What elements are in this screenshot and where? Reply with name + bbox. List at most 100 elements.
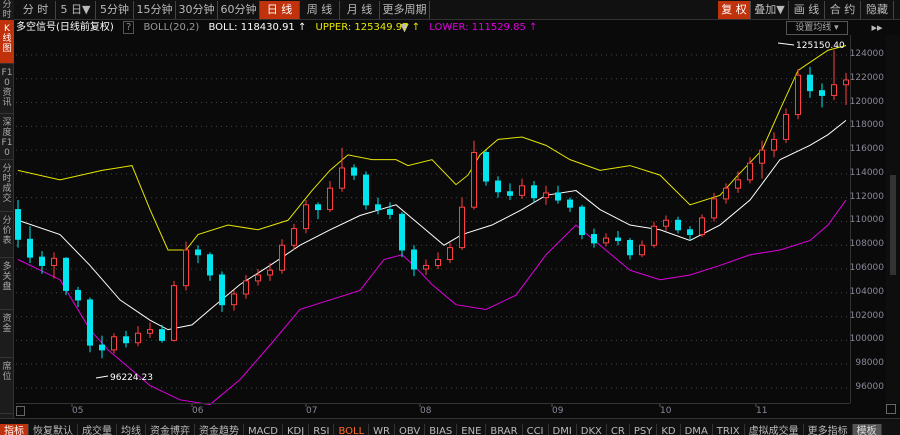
indicator-tab-WR[interactable]: WR bbox=[369, 424, 395, 435]
scrollbar-thumb[interactable] bbox=[890, 175, 896, 275]
period-tab-2[interactable]: 5分钟 bbox=[96, 1, 134, 19]
candle-down bbox=[39, 256, 45, 266]
period-tab-3[interactable]: 15分钟 bbox=[134, 1, 176, 19]
indicator-tab-BOLL[interactable]: BOLL bbox=[334, 424, 370, 435]
period-tab-9[interactable]: 更多周期▼ bbox=[380, 1, 430, 34]
candle-up bbox=[723, 187, 729, 200]
sidebar-tab-7[interactable]: 席位 bbox=[0, 358, 14, 414]
sidebar-tab-6[interactable]: 资金 bbox=[0, 310, 14, 358]
candle-up bbox=[843, 79, 849, 86]
candle-down bbox=[15, 209, 21, 240]
sidebar-tab-0[interactable]: K线图 bbox=[0, 20, 14, 64]
help-button[interactable]: ? bbox=[123, 21, 135, 34]
candle-down bbox=[63, 257, 69, 291]
indicator-tabs: 指标 恢复默认 成交量 均线 资金博弈 资金趋势 MACD KDJ RSI BOLL WR OBV BI… bbox=[0, 418, 900, 435]
indicator-tab-ENE[interactable]: ENE bbox=[457, 424, 487, 435]
candle-down bbox=[507, 191, 513, 196]
indicator-tab-更多指标[interactable]: 更多指标 bbox=[804, 424, 853, 435]
candle-down bbox=[219, 274, 225, 306]
candle-up bbox=[135, 332, 141, 344]
candle-down bbox=[411, 249, 417, 270]
indicator-tab-RSI[interactable]: RSI bbox=[309, 424, 335, 435]
candle-up bbox=[435, 259, 441, 266]
period-tab-5[interactable]: 60分钟 bbox=[218, 1, 260, 19]
max-price-label: 125150.40 bbox=[796, 41, 845, 51]
period-tab-0[interactable]: 分 时 bbox=[16, 1, 56, 19]
tool-button-1[interactable]: 叠加▼ bbox=[751, 1, 789, 19]
candle-down bbox=[195, 249, 201, 256]
candle-up bbox=[471, 151, 477, 208]
indicator-tab-KDJ[interactable]: KDJ bbox=[283, 424, 310, 435]
vertical-scrollbar[interactable] bbox=[886, 35, 900, 403]
indicator-tab-MACD[interactable]: MACD bbox=[244, 424, 283, 435]
candle-up bbox=[111, 336, 117, 351]
candle-up bbox=[291, 228, 297, 246]
candle-up bbox=[147, 329, 153, 334]
indicator-tab-恢复默认[interactable]: 恢复默认 bbox=[29, 424, 78, 435]
date-axis: 05 06 07 08 09 10 11 bbox=[16, 403, 850, 418]
indicator-tab-PSY[interactable]: PSY bbox=[630, 424, 658, 435]
tool-button-0[interactable]: 复 权 bbox=[718, 1, 751, 19]
indicator-tab-DMI[interactable]: DMI bbox=[549, 424, 577, 435]
y-tick-label: 120000 bbox=[849, 96, 884, 107]
period-tab-7[interactable]: 周 线 bbox=[300, 1, 340, 19]
candle-down bbox=[387, 209, 393, 215]
indicator-tab-KD[interactable]: KD bbox=[657, 424, 681, 435]
candle-up bbox=[711, 198, 717, 219]
candle-up bbox=[279, 244, 285, 271]
sidebar-tab-1[interactable]: F10资讯 bbox=[0, 64, 14, 114]
candle-down bbox=[819, 90, 825, 96]
x-tick-label: 07 bbox=[306, 406, 318, 416]
sidebar-tab-4[interactable]: 分价表 bbox=[0, 212, 14, 258]
indicator-tab-指标[interactable]: 指标 bbox=[0, 424, 29, 435]
indicator-tab-CCI[interactable]: CCI bbox=[523, 424, 549, 435]
candle-up bbox=[771, 138, 777, 151]
min-price-label: 96224.23 bbox=[110, 373, 153, 383]
set-moving-average-button[interactable]: 设置均线 ▾ bbox=[786, 21, 848, 35]
x-tick-label: 05 bbox=[72, 406, 84, 416]
indicator-tab-BIAS[interactable]: BIAS bbox=[425, 424, 458, 435]
x-tick-label: 11 bbox=[756, 406, 768, 416]
indicator-tab-资金博弈[interactable]: 资金博弈 bbox=[146, 424, 195, 435]
indicator-tab-TRIX[interactable]: TRIX bbox=[713, 424, 745, 435]
y-tick-label: 100000 bbox=[849, 334, 884, 345]
candle-down bbox=[567, 199, 573, 208]
sidebar-tab-2[interactable]: 深度F10 bbox=[0, 114, 14, 160]
period-tab-1[interactable]: 5 日▼ bbox=[56, 1, 96, 19]
indicator-name[interactable]: BOLL(20,2) bbox=[144, 22, 200, 33]
period-tab-4[interactable]: 30分钟 bbox=[176, 1, 218, 19]
indicator-tab-CR[interactable]: CR bbox=[607, 424, 630, 435]
period-tab-6[interactable]: 日 线 bbox=[260, 1, 300, 19]
candle-up bbox=[663, 219, 669, 227]
candle-up bbox=[303, 204, 309, 230]
y-tick-label: 102000 bbox=[849, 310, 884, 321]
indicator-tab-资金趋势[interactable]: 资金趋势 bbox=[195, 424, 244, 435]
sidebar-tab-5[interactable]: 多关盘 bbox=[0, 258, 14, 310]
candle-up bbox=[519, 185, 525, 196]
candle-up bbox=[447, 247, 453, 261]
indicator-tab-成交量[interactable]: 成交量 bbox=[78, 424, 117, 435]
sidebar-tab-3[interactable]: 分时成交 bbox=[0, 160, 14, 212]
tool-button-2[interactable]: 画 线 bbox=[789, 1, 825, 19]
indicator-tab-OBV[interactable]: OBV bbox=[395, 424, 426, 435]
timeshare-tab[interactable]: 分时 bbox=[0, 0, 14, 20]
boll-value: BOLL: 118430.91 ↑ bbox=[208, 22, 307, 33]
indicator-tab-DKX[interactable]: DKX bbox=[577, 424, 607, 435]
candlestick-chart[interactable]: 125150.40 96224.23 bbox=[0, 0, 900, 435]
axis-toggle-button[interactable] bbox=[16, 406, 25, 416]
indicator-tab-DMA[interactable]: DMA bbox=[681, 424, 713, 435]
indicator-tab-BRAR[interactable]: BRAR bbox=[486, 424, 523, 435]
candle-up bbox=[831, 84, 837, 96]
tool-button-3[interactable]: 合 约 bbox=[825, 1, 861, 19]
indicator-tab-模板[interactable]: 模板 bbox=[852, 424, 882, 435]
x-tick-label: 06 bbox=[192, 406, 204, 416]
period-tab-8[interactable]: 月 线 bbox=[340, 1, 380, 19]
candle-down bbox=[495, 180, 501, 193]
candle-up bbox=[423, 264, 429, 270]
indicator-tab-虚拟成交量[interactable]: 虚拟成交量 bbox=[745, 424, 804, 435]
expand-button[interactable] bbox=[886, 404, 896, 414]
indicator-tab-均线[interactable]: 均线 bbox=[117, 424, 146, 435]
tool-button-4[interactable]: 隐藏▸▸ bbox=[861, 1, 894, 34]
x-tick-label: 08 bbox=[420, 406, 432, 416]
y-tick-label: 106000 bbox=[849, 263, 884, 274]
